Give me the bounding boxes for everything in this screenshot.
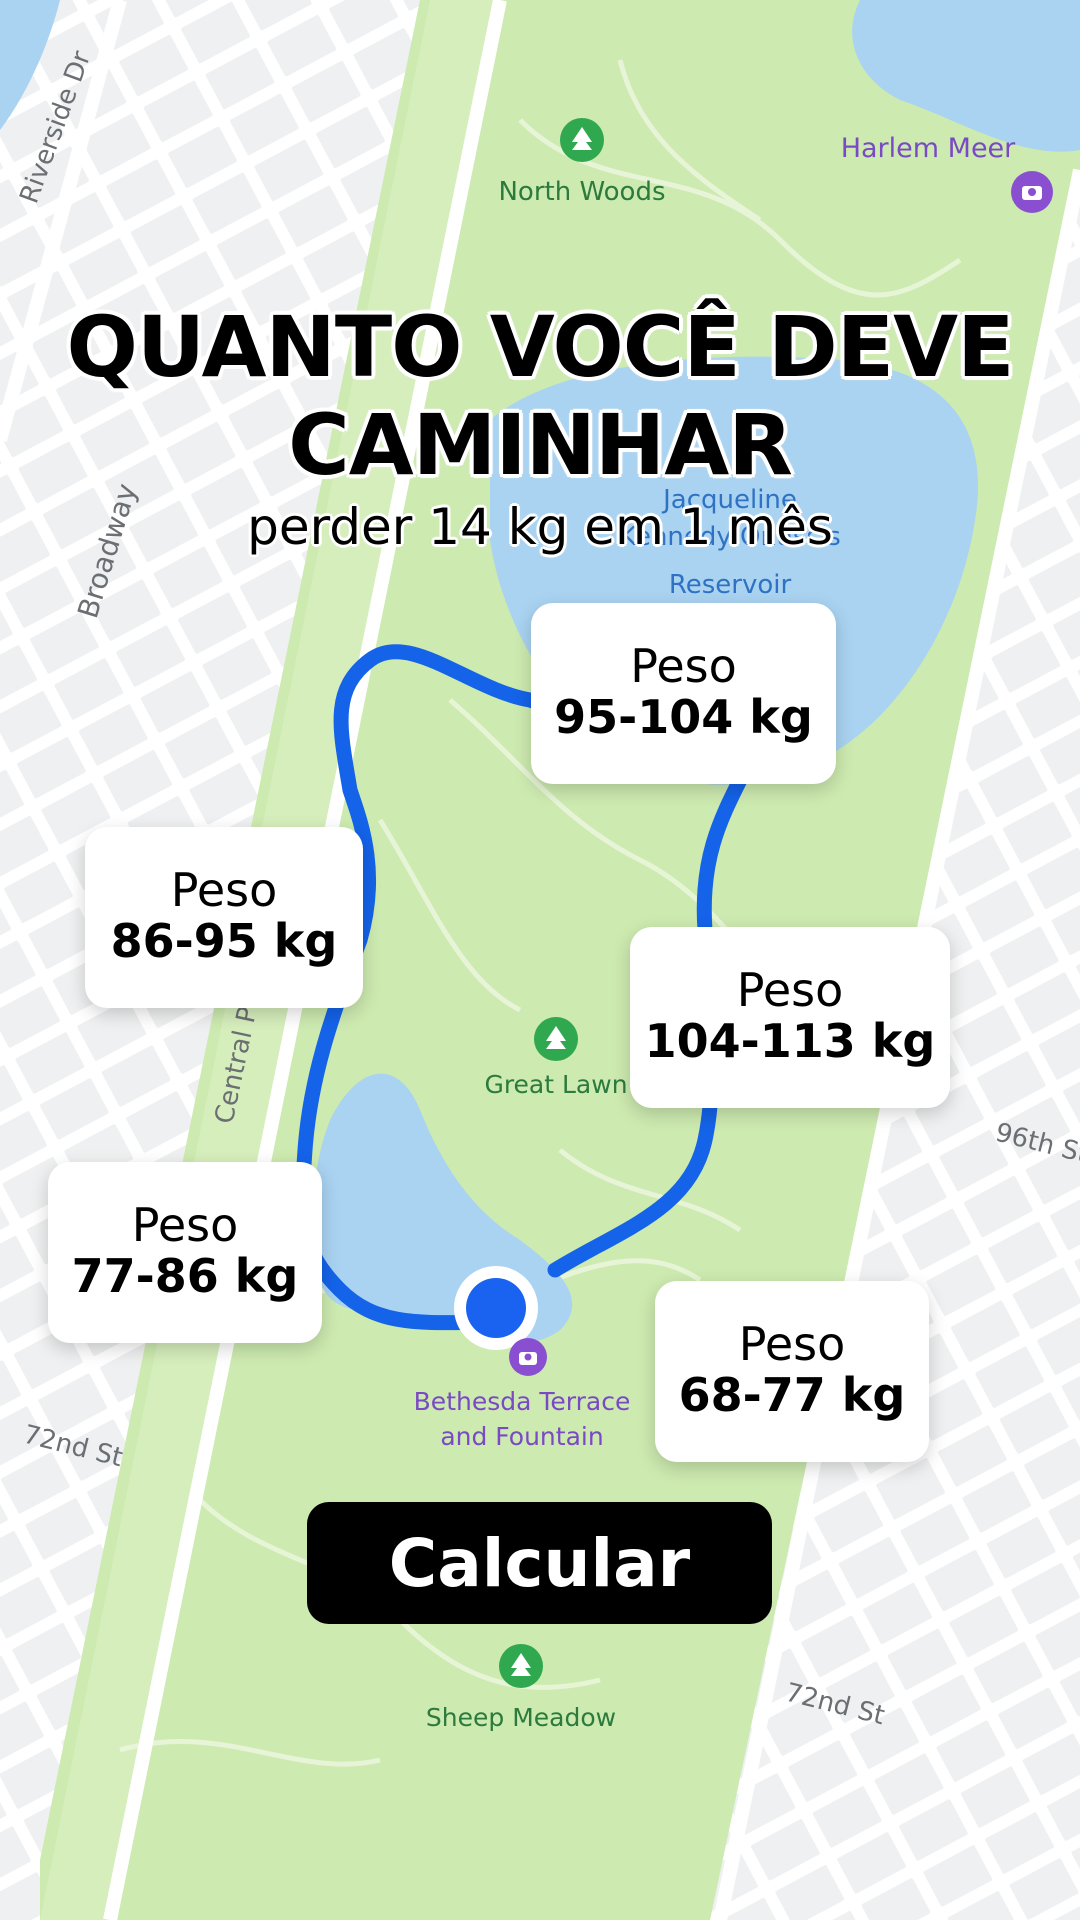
weight-card-value: 104-113 kg xyxy=(644,1013,936,1068)
place-label-bethesda-1: Bethesda Terrace xyxy=(414,1387,631,1416)
subtitle: perder 14 kg em 1 mês xyxy=(247,498,833,556)
place-label-sheep-meadow: Sheep Meadow xyxy=(426,1703,616,1732)
place-label-reservoir-3: Reservoir xyxy=(669,570,792,600)
tree-icon xyxy=(534,1017,578,1061)
weight-card-104-113[interactable]: Peso 104-113 kg xyxy=(630,927,950,1108)
weight-card-label: Peso xyxy=(736,963,844,1017)
weight-card-77-86[interactable]: Peso 77-86 kg xyxy=(48,1162,322,1343)
weight-card-label: Peso xyxy=(170,863,278,917)
calculate-button[interactable]: Calcular xyxy=(307,1502,772,1624)
weight-card-68-77[interactable]: Peso 68-77 kg xyxy=(655,1281,929,1462)
weight-card-value: 95-104 kg xyxy=(554,689,813,744)
place-label-great-lawn: Great Lawn xyxy=(484,1070,627,1099)
title-line-1: QUANTO VOCÊ DEVE xyxy=(66,298,1014,396)
weight-card-value: 68-77 kg xyxy=(678,1367,906,1422)
weight-card-86-95[interactable]: Peso 86-95 kg xyxy=(85,827,363,1008)
weight-card-95-104[interactable]: Peso 95-104 kg xyxy=(531,603,836,784)
weight-card-value: 77-86 kg xyxy=(71,1248,299,1303)
location-dot-icon[interactable] xyxy=(466,1278,526,1338)
app-screen: Riverside Dr Broadway Central Park W 96t… xyxy=(0,0,1080,1920)
place-label-bethesda-2: and Fountain xyxy=(440,1422,603,1451)
place-label-north-woods: North Woods xyxy=(498,177,665,207)
weight-card-label: Peso xyxy=(738,1317,846,1371)
weight-card-value: 86-95 kg xyxy=(110,913,338,968)
camera-icon xyxy=(509,1338,547,1376)
tree-icon xyxy=(560,118,604,162)
weight-card-label: Peso xyxy=(131,1198,239,1252)
place-label-harlem-meer: Harlem Meer xyxy=(841,133,1016,164)
tree-icon xyxy=(499,1644,543,1688)
weight-card-label: Peso xyxy=(630,639,737,693)
title-line-2: CAMINHAR xyxy=(288,396,793,494)
camera-icon xyxy=(1011,171,1053,213)
